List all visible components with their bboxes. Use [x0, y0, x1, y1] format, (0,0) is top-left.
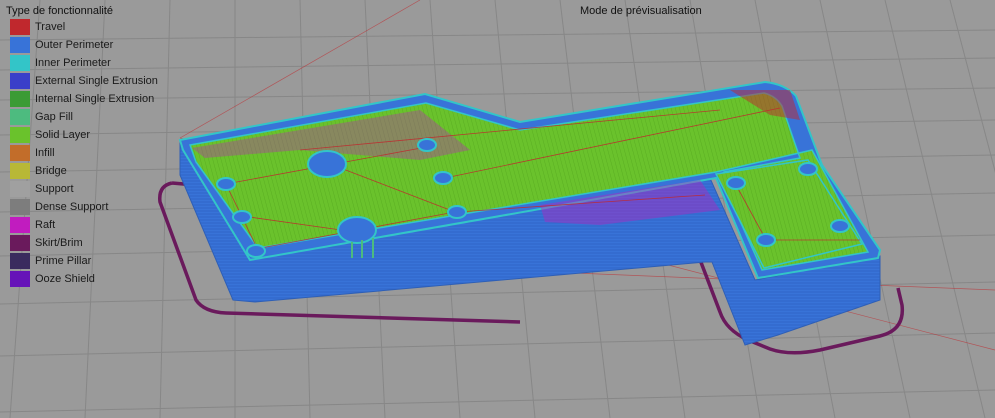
legend-label: Infill [35, 147, 55, 159]
legend-swatch [10, 235, 30, 251]
legend-item[interactable]: Outer Perimeter [6, 36, 176, 54]
legend-label: External Single Extrusion [35, 75, 158, 87]
legend-item[interactable]: Inner Perimeter [6, 54, 176, 72]
legend-swatch [10, 73, 30, 89]
hole [433, 171, 453, 185]
legend-label: Raft [35, 219, 56, 231]
hole [756, 233, 776, 247]
legend-swatch [10, 145, 30, 161]
legend-label: Internal Single Extrusion [35, 93, 155, 105]
legend-swatch [10, 127, 30, 143]
legend-item[interactable]: Raft [6, 216, 176, 234]
legend-item[interactable]: Ooze Shield [6, 270, 176, 288]
legend-label: Skirt/Brim [35, 237, 83, 249]
legend-item[interactable]: Bridge [6, 162, 176, 180]
legend-items: Travel Outer Perimeter Inner Perimeter Exte… [6, 18, 176, 288]
legend-item[interactable]: Skirt/Brim [6, 234, 176, 252]
legend-swatch [10, 217, 30, 233]
legend-swatch [10, 19, 30, 35]
hole [307, 150, 347, 178]
hole [246, 244, 266, 258]
legend-item[interactable]: Support [6, 180, 176, 198]
feature-type-legend: Type de fonctionnalité Travel Outer Perim… [6, 4, 176, 288]
legend-label: Prime Pillar [35, 255, 92, 267]
legend-label: Bridge [35, 165, 67, 177]
legend-label: Dense Support [35, 201, 109, 213]
legend-item[interactable]: Internal Single Extrusion [6, 90, 176, 108]
hole [232, 210, 252, 224]
legend-swatch [10, 271, 30, 287]
legend-label: Inner Perimeter [35, 57, 111, 69]
legend-swatch [10, 253, 30, 269]
legend-swatch [10, 163, 30, 179]
legend-title: Type de fonctionnalité [6, 5, 114, 17]
legend-swatch [10, 55, 30, 71]
legend-label: Gap Fill [35, 111, 73, 123]
legend-swatch [10, 181, 30, 197]
hole [830, 219, 850, 233]
hole [417, 138, 437, 152]
preview-mode-title: Mode de prévisualisation [580, 5, 702, 17]
legend-item[interactable]: Infill [6, 144, 176, 162]
legend-item[interactable]: External Single Extrusion [6, 72, 176, 90]
hole [726, 176, 746, 190]
legend-swatch [10, 109, 30, 125]
legend-item[interactable]: Prime Pillar [6, 252, 176, 270]
legend-item[interactable]: Gap Fill [6, 108, 176, 126]
legend-item[interactable]: Dense Support [6, 198, 176, 216]
legend-item[interactable]: Travel [6, 18, 176, 36]
hole [337, 216, 377, 244]
hole [447, 205, 467, 219]
legend-label: Solid Layer [35, 129, 91, 141]
legend-label: Support [35, 183, 74, 195]
legend-item[interactable]: Solid Layer [6, 126, 176, 144]
legend-swatch [10, 199, 30, 215]
legend-swatch [10, 91, 30, 107]
hole [216, 177, 236, 191]
legend-swatch [10, 37, 30, 53]
legend-label: Outer Perimeter [35, 39, 114, 51]
legend-label: Travel [35, 21, 66, 33]
hole [798, 162, 818, 176]
legend-label: Ooze Shield [35, 273, 95, 285]
